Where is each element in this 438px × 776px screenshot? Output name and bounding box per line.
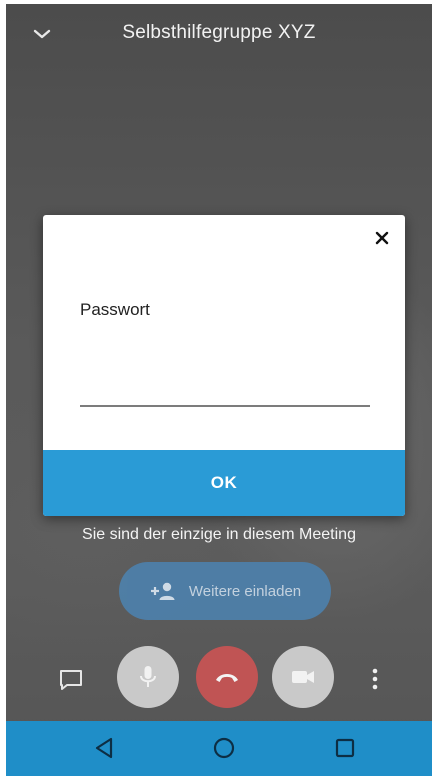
system-nav-bar [6, 721, 432, 776]
ok-button[interactable]: OK [43, 450, 405, 516]
top-bar: Selbsthilfegruppe XYZ [6, 4, 432, 64]
password-label: Passwort [80, 300, 150, 319]
mute-button[interactable] [117, 646, 179, 708]
video-camera-icon [292, 671, 314, 683]
password-input[interactable] [80, 367, 370, 407]
invite-more-button[interactable]: Weitere einladen [119, 562, 331, 620]
meeting-status-text: Sie sind der einzige in diesem Meeting [82, 526, 356, 543]
call-controls [6, 646, 432, 712]
meeting-title: Selbsthilfegruppe XYZ [122, 22, 316, 43]
video-button[interactable] [272, 646, 334, 708]
home-icon[interactable] [211, 735, 237, 761]
recents-icon[interactable] [332, 735, 358, 761]
back-icon[interactable] [92, 735, 118, 761]
add-person-icon [150, 582, 175, 600]
password-dialog: Passwort OK [43, 215, 405, 516]
hang-up-button[interactable] [196, 646, 258, 708]
close-icon[interactable] [373, 229, 391, 247]
hang-up-icon [216, 674, 238, 682]
more-vertical-icon[interactable] [370, 666, 380, 692]
microphone-icon [140, 666, 156, 687]
meeting-screen: Selbsthilfegruppe XYZ Passwort OK Sie si… [0, 0, 438, 776]
ok-button-label: OK [210, 473, 238, 492]
chat-icon[interactable] [58, 668, 84, 692]
invite-more-label: Weitere einladen [188, 582, 302, 600]
